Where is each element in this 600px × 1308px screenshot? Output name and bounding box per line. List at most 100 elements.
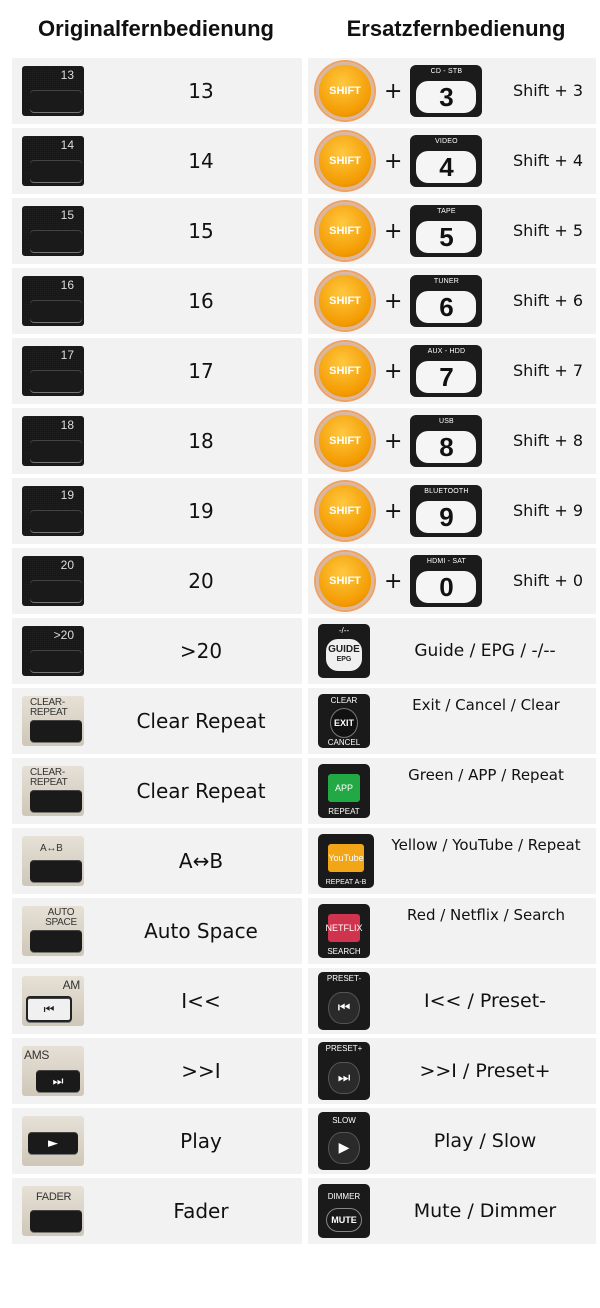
table-row: 17 17 SHIFT + AUX - HDD 7 Shift + 7	[12, 338, 596, 404]
table-row: 13 13 SHIFT + CD - STB 3 Shift + 3	[12, 58, 596, 124]
original-cell: AMS ⏭ >>I	[12, 1038, 302, 1104]
original-button-image: ►	[22, 1116, 84, 1166]
original-cell: 13 13	[12, 58, 302, 124]
table-row: 15 15 SHIFT + TAPE 5 Shift + 5	[12, 198, 596, 264]
original-label: I<<	[181, 989, 221, 1013]
replacement-cell: DIMMER MUTE Mute / Dimmer	[308, 1178, 596, 1244]
table-row: AMS ⏭ >>I PRESET+ ⏭ >>I / Preset+	[12, 1038, 596, 1104]
replacement-label: Shift + 7	[512, 361, 584, 380]
replacement-cell: PRESET+ ⏭ >>I / Preset+	[308, 1038, 596, 1104]
netflix-key-image: NETFLIX SEARCH	[318, 904, 370, 958]
replacement-cell: SHIFT + BLUETOOTH 9 Shift + 9	[308, 478, 596, 544]
table-row: 16 16 SHIFT + TUNER 6 Shift + 6	[12, 268, 596, 334]
original-cell: 14 14	[12, 128, 302, 194]
table-row: 14 14 SHIFT + VIDEO 4 Shift + 4	[12, 128, 596, 194]
original-cell: 19 19	[12, 478, 302, 544]
original-label: 13	[188, 79, 214, 103]
original-button-image: AM ⏮	[22, 976, 84, 1026]
original-label: >>I	[181, 1059, 221, 1083]
replacement-label: Shift + 0	[512, 571, 584, 590]
number-key-image: BLUETOOTH 9	[410, 485, 483, 537]
table-row: CLEAR- REPEAT Clear Repeat CLEAR EXIT CA…	[12, 688, 596, 754]
replacement-label: Shift + 4	[512, 151, 584, 170]
original-cell: >20 >20	[12, 618, 302, 684]
original-cell: FADER Fader	[12, 1178, 302, 1244]
youtube-key-image: YouTube REPEAT A-B	[318, 834, 374, 888]
guide-key-image: -/-- GUIDE EPG	[318, 624, 370, 678]
original-cell: AM ⏮ I<<	[12, 968, 302, 1034]
original-cell: CLEAR- REPEAT Clear Repeat	[12, 758, 302, 824]
number-key-image: VIDEO 4	[410, 135, 483, 187]
original-button-image: FADER	[22, 1186, 84, 1236]
shift-key-image: SHIFT	[316, 342, 374, 400]
table-row: AM ⏮ I<< PRESET- ⏮ I<< / Preset-	[12, 968, 596, 1034]
number-key-image: USB 8	[410, 415, 483, 467]
original-cell: 16 16	[12, 268, 302, 334]
replacement-cell: PRESET- ⏮ I<< / Preset-	[308, 968, 596, 1034]
replacement-label: Exit / Cancel / Clear	[412, 696, 560, 714]
original-button-image: A↔B	[22, 836, 84, 886]
plus-sign: +	[384, 428, 403, 454]
replacement-label: Shift + 5	[512, 221, 584, 240]
number-key-image: TAPE 5	[410, 205, 483, 257]
table-row: 20 20 SHIFT + HDMI - SAT 0 Shift + 0	[12, 548, 596, 614]
original-cell: 15 15	[12, 198, 302, 264]
preset-minus-key-image: PRESET- ⏮	[318, 972, 370, 1030]
replacement-cell: NETFLIX SEARCH Red / Netflix / Search	[308, 898, 596, 964]
original-button-image: >20	[22, 626, 84, 676]
number-key-image: TUNER 6	[410, 275, 483, 327]
original-button-image: 20	[22, 556, 84, 606]
plus-sign: +	[384, 78, 403, 104]
original-button-image: 15	[22, 206, 84, 256]
original-label: Play	[180, 1129, 222, 1153]
app-key-image: APP REPEAT	[318, 764, 370, 818]
replacement-cell: SLOW ▶ Play / Slow	[308, 1108, 596, 1174]
replacement-label: Shift + 8	[512, 431, 584, 450]
slow-key-image: SLOW ▶	[318, 1112, 370, 1170]
plus-sign: +	[384, 568, 403, 594]
original-label: Clear Repeat	[136, 779, 266, 803]
table-row: 19 19 SHIFT + BLUETOOTH 9 Shift + 9	[12, 478, 596, 544]
replacement-label: Shift + 9	[512, 501, 584, 520]
replacement-label: >>I / Preset+	[419, 1060, 551, 1082]
next-icon: ⏭	[36, 1070, 80, 1092]
original-button-image: 16	[22, 276, 84, 326]
header-original: Originalfernbedienung	[38, 16, 274, 41]
plus-sign: +	[384, 148, 403, 174]
original-button-image: 14	[22, 136, 84, 186]
replacement-label: I<< / Preset-	[423, 990, 547, 1012]
play-icon: ▶	[328, 1132, 360, 1164]
replacement-label: Guide / EPG / -/--	[414, 641, 556, 661]
number-key-image: HDMI - SAT 0	[410, 555, 483, 607]
shift-key-image: SHIFT	[316, 412, 374, 470]
header-replacement: Ersatzfernbedienung	[346, 16, 566, 41]
original-button-image: AMS ⏭	[22, 1046, 84, 1096]
original-label: 17	[188, 359, 214, 383]
original-button-image: 17	[22, 346, 84, 396]
original-cell: 18 18	[12, 408, 302, 474]
replacement-cell: YouTube REPEAT A-B Yellow / YouTube / Re…	[308, 828, 596, 894]
plus-sign: +	[384, 288, 403, 314]
mute-key-image: DIMMER MUTE	[318, 1184, 370, 1238]
original-cell: A↔B A↔B	[12, 828, 302, 894]
replacement-cell: SHIFT + CD - STB 3 Shift + 3	[308, 58, 596, 124]
replacement-label: Shift + 3	[512, 81, 584, 100]
play-icon: ►	[28, 1132, 78, 1154]
table-row: AUTO SPACE Auto Space NETFLIX SEARCH Red…	[12, 898, 596, 964]
replacement-cell: SHIFT + HDMI - SAT 0 Shift + 0	[308, 548, 596, 614]
replacement-cell: SHIFT + TAPE 5 Shift + 5	[308, 198, 596, 264]
number-key-image: AUX - HDD 7	[410, 345, 483, 397]
next-icon: ⏭	[328, 1062, 360, 1094]
table-row: >20 >20 -/-- GUIDE EPG Guide / EPG / -/--	[12, 618, 596, 684]
original-button-image: 13	[22, 66, 84, 116]
table-row: CLEAR- REPEAT Clear Repeat APP REPEAT Gr…	[12, 758, 596, 824]
exit-key-image: CLEAR EXIT CANCEL	[318, 694, 370, 748]
replacement-cell: APP REPEAT Green / APP / Repeat	[308, 758, 596, 824]
plus-sign: +	[384, 358, 403, 384]
table-row: A↔B A↔B YouTube REPEAT A-B Yellow / YouT…	[12, 828, 596, 894]
replacement-cell: SHIFT + VIDEO 4 Shift + 4	[308, 128, 596, 194]
shift-key-image: SHIFT	[316, 132, 374, 190]
original-button-image: 19	[22, 486, 84, 536]
original-button-image: CLEAR- REPEAT	[22, 766, 84, 816]
original-label: >20	[179, 639, 223, 663]
